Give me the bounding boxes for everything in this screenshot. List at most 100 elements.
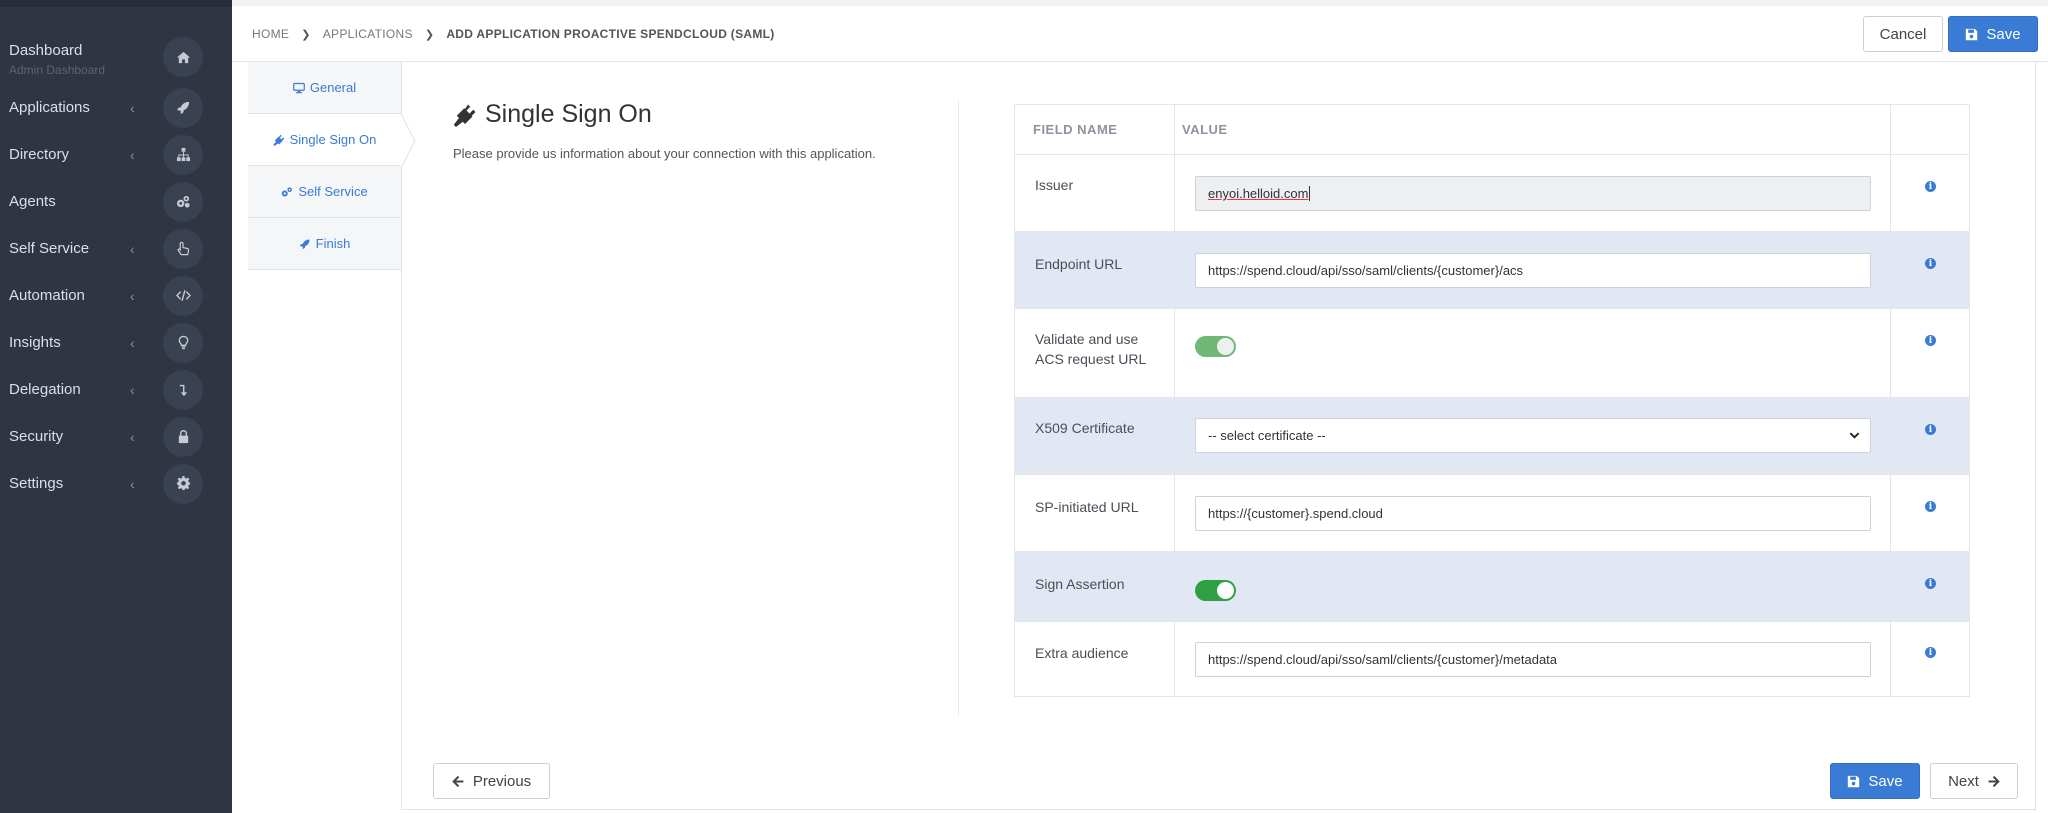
lock-icon [163,416,203,457]
sidebar-item-delegation[interactable]: Delegation ‹ [0,366,232,413]
next-button[interactable]: Next [1930,763,2018,799]
save-button-top[interactable]: Save [1948,16,2038,52]
step-finish[interactable]: Finish [248,218,401,270]
sidebar-item-label: Insights [9,334,61,351]
info-icon[interactable]: i [1925,335,1936,346]
step-label: General [309,80,357,95]
home-icon [163,37,203,77]
floppy-icon [1966,28,1978,40]
field-label: X509 Certificate [1035,420,1135,436]
info-icon[interactable]: i [1925,647,1936,658]
info-icon[interactable]: i [1925,501,1936,512]
field-label: Sign Assertion [1035,576,1125,592]
sidebar-item-label: Dashboard [9,42,83,59]
step-label: Finish [315,236,351,251]
endpoint-url-input[interactable]: https://spend.cloud/api/sso/saml/clients… [1195,253,1871,288]
field-label: Extra audience [1035,645,1129,661]
next-button-label: Next [1948,772,1979,790]
info-icon[interactable]: i [1925,578,1936,589]
cancel-button[interactable]: Cancel [1863,16,1943,52]
active-step-pointer [401,114,416,168]
code-icon [163,275,203,316]
info-icon[interactable]: i [1925,258,1936,269]
sidebar-item-automation[interactable]: Automation ‹ [0,272,232,319]
toggle-knob [1217,582,1234,599]
certificate-select-value: -- select certificate -- [1208,428,1326,443]
save-button-bottom[interactable]: Save [1830,763,1920,799]
plug-icon [273,134,284,146]
save-button-label: Save [1868,772,1903,790]
breadcrumb-current: ADD APPLICATION PROACTIVE SPENDCLOUD (SA… [446,27,775,41]
sidebar-item-label: Self Service [9,240,90,257]
previous-button-label: Previous [472,772,532,790]
step-self-service[interactable]: Self Service [248,166,401,218]
sidebar-item-label: Automation [9,287,85,304]
sidebar-item-sublabel: Admin Dashboard [9,63,106,77]
sidebar-item-self-service[interactable]: Self Service ‹ [0,225,232,272]
issuer-value: enyoi.helloid.com [1208,186,1309,201]
breadcrumb: HOME ❯ APPLICATIONS ❯ ADD APPLICATION PR… [252,27,775,41]
hand-pointer-icon [163,228,203,269]
field-label-line1: Validate and use [1035,331,1139,347]
step-general[interactable]: General [248,62,401,114]
chevron-left-icon: ‹ [130,146,135,163]
sp-initiated-url-value: https://{customer}.spend.cloud [1208,506,1383,521]
chevron-right-icon: ❯ [301,28,311,41]
step-single-sign-on[interactable]: Single Sign On [248,114,401,166]
rocket-icon [163,87,203,128]
field-label: Issuer [1035,177,1074,193]
sidebar-item-directory[interactable]: Directory ‹ [0,131,232,178]
gear-icon [163,463,203,504]
extra-audience-input[interactable]: https://spend.cloud/api/sso/saml/clients… [1195,642,1871,677]
breadcrumb-home[interactable]: HOME [252,27,289,41]
field-label-line2: ACS request URL [1035,351,1147,367]
sidebar-item-applications[interactable]: Applications ‹ [0,84,232,131]
sp-initiated-url-input[interactable]: https://{customer}.spend.cloud [1195,496,1871,531]
save-button-label: Save [1986,25,2021,43]
section-title: Single Sign On [453,100,652,129]
floppy-icon [1848,775,1860,787]
plug-icon [453,104,476,127]
arrow-right-icon [1988,775,2000,787]
breadcrumb-applications[interactable]: APPLICATIONS [323,27,413,41]
table-row-sp-initiated-url: SP-initiated URL https://{customer}.spen… [1015,474,1969,551]
sidebar-item-security[interactable]: Security ‹ [0,413,232,460]
sidebar-item-insights[interactable]: Insights ‹ [0,319,232,366]
sidebar-item-settings[interactable]: Settings ‹ [0,460,232,507]
table-row-extra-audience: Extra audience https://spend.cloud/api/s… [1015,621,1969,696]
issuer-input[interactable]: enyoi.helloid.com [1195,176,1871,211]
table-row-validate-acs: Validate and use ACS request URL i [1015,308,1969,397]
arrow-left-icon [452,775,464,787]
sidebar-item-label: Directory [9,146,70,163]
extra-audience-value: https://spend.cloud/api/sso/saml/clients… [1208,652,1558,667]
wizard-steps: General Single Sign On Self Service Fini… [248,62,402,810]
chevron-left-icon: ‹ [130,428,135,445]
desktop-icon [293,82,305,93]
validate-acs-toggle[interactable] [1195,336,1236,357]
vertical-divider [958,100,959,716]
sidebar-item-label: Delegation [9,381,81,398]
cancel-button-label: Cancel [1879,25,1927,43]
sign-assertion-toggle[interactable] [1195,580,1236,601]
table-row-endpoint-url: Endpoint URL https://spend.cloud/api/sso… [1015,231,1969,308]
certificate-select[interactable]: -- select certificate -- [1195,418,1871,453]
previous-button[interactable]: Previous [433,763,550,799]
sidebar-item-dashboard[interactable]: Dashboard Admin Dashboard [0,35,232,82]
sitemap-icon [163,134,203,175]
cogs-icon [163,181,203,222]
sidebar-top-strip [0,0,232,7]
lightbulb-icon [163,322,203,363]
step-label: Self Service [298,184,368,199]
info-icon[interactable]: i [1925,424,1936,435]
field-label: SP-initiated URL [1035,499,1139,515]
sidebar-item-label: Agents [9,193,56,210]
endpoint-url-value: https://spend.cloud/api/sso/saml/clients… [1208,263,1524,278]
table-row-x509-certificate: X509 Certificate -- select certificate -… [1015,397,1969,474]
cogs-icon [282,187,293,196]
sidebar-item-agents[interactable]: Agents [0,178,232,225]
info-icon[interactable]: i [1925,181,1936,192]
field-label: Endpoint URL [1035,256,1123,272]
section-description: Please provide us information about your… [453,146,876,161]
chevron-left-icon: ‹ [130,381,135,398]
sidebar-item-label: Applications [9,99,90,116]
